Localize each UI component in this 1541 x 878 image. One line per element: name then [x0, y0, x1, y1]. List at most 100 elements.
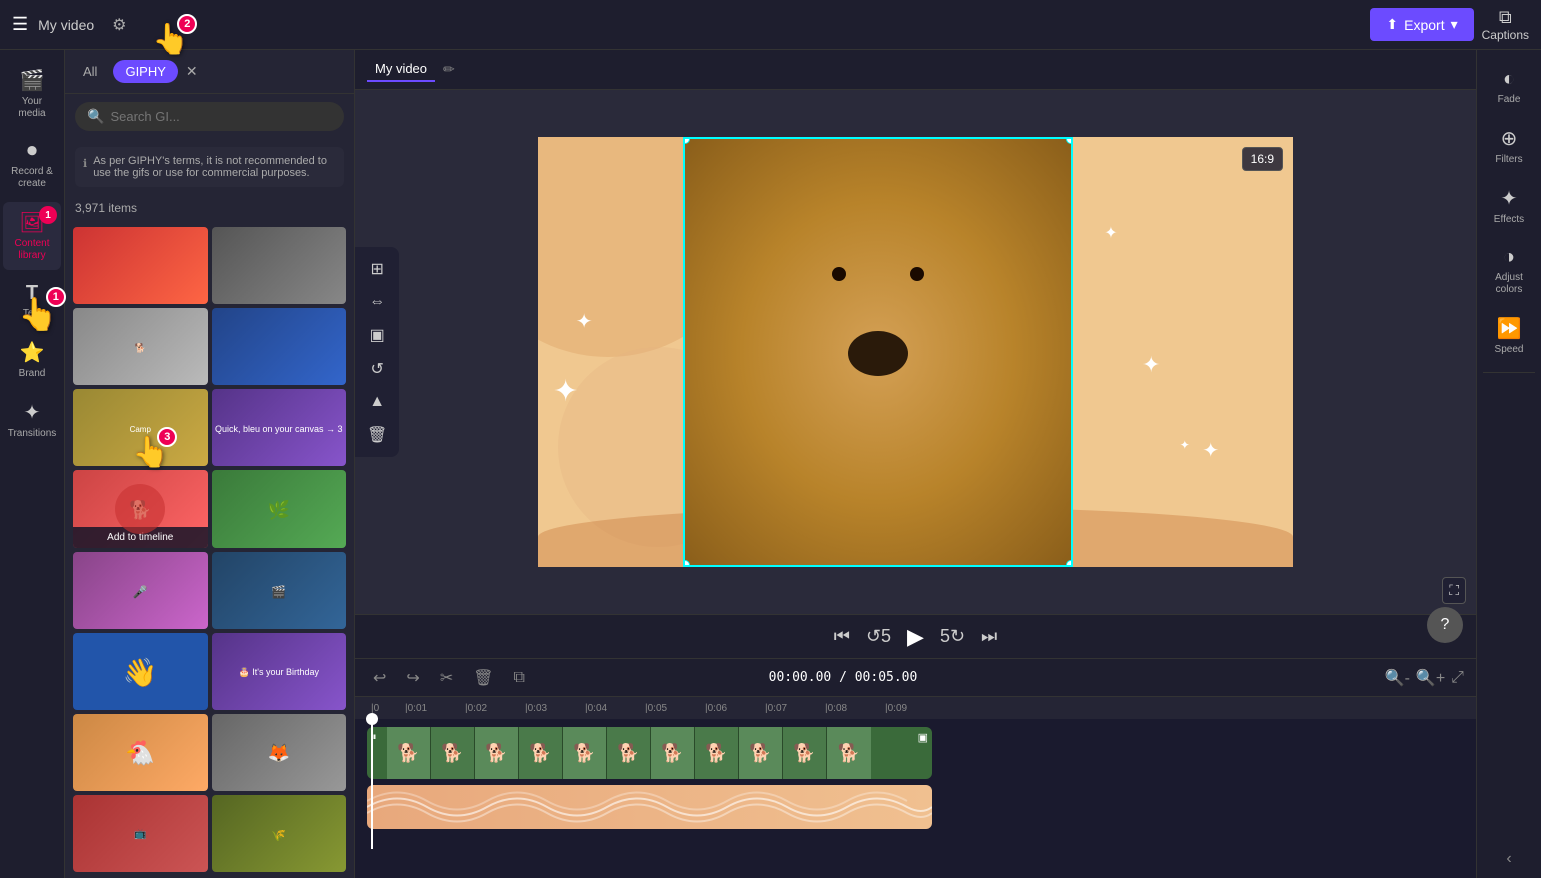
playhead-knob — [366, 713, 378, 725]
sidebar-item-content-library[interactable]: 🖼 Content library 1 — [3, 202, 61, 270]
brand-icon: ⭐ — [20, 340, 45, 365]
gif-item-14[interactable]: 🦊 — [212, 714, 347, 791]
gif-thumbnail-5: Camp — [73, 389, 208, 466]
play-button[interactable]: ▶ — [907, 624, 924, 650]
gif-item-13[interactable]: 🐔 — [73, 714, 208, 791]
rotate-tool-btn[interactable]: ↺ — [363, 355, 391, 383]
search-icon: 🔍 — [87, 108, 104, 125]
forward-5s-button[interactable]: 5↻ — [940, 626, 965, 647]
position-tool-btn[interactable]: ▲ — [363, 389, 391, 415]
gif-item-9[interactable]: 🎤 — [73, 552, 208, 629]
gif-item-4[interactable] — [212, 308, 347, 385]
track-thumb-1: 🐕 — [387, 727, 431, 779]
selection-handle-bl[interactable] — [683, 560, 690, 567]
sidebar-item-transitions-label: Transitions — [8, 428, 57, 440]
skip-forward-button[interactable]: ⏭ — [981, 626, 997, 647]
menu-button[interactable]: ☰ — [12, 14, 28, 35]
sidebar-item-transitions[interactable]: ✦ Transitions — [3, 392, 61, 448]
overlay-tool-btn[interactable]: ▣ — [363, 321, 391, 349]
video-clip-element[interactable] — [683, 137, 1073, 567]
sidebar-item-text[interactable]: T Text — [3, 274, 61, 328]
gif-item-6[interactable]: Quick, bleu on your canvas → 3 — [212, 389, 347, 466]
video-tab-my-video[interactable]: My video — [367, 57, 435, 82]
media-panel-header: All GIPHY ✕ — [65, 50, 354, 94]
search-input[interactable] — [110, 109, 332, 124]
zoom-out-button[interactable]: 🔍- — [1385, 668, 1410, 688]
rename-tab-btn[interactable]: ✏ — [443, 61, 455, 78]
track-thumb-10: 🐕 — [783, 727, 827, 779]
gif-item-1[interactable] — [73, 227, 208, 304]
fullscreen-button[interactable]: ⛶ — [1442, 577, 1466, 604]
timeline-area: ↩ ↪ ✂ 🗑 ⧉ 00:00.00 / 00:05.00 🔍- 🔍+ ⤢ |0… — [355, 658, 1476, 878]
ruler-mark-5: |0:05 — [645, 703, 705, 714]
transform-tool-btn[interactable]: ⇔ — [363, 289, 391, 315]
gif-item-2[interactable] — [212, 227, 347, 304]
zoom-in-button[interactable]: 🔍+ — [1416, 668, 1445, 688]
gif-item-11[interactable]: 👋 — [73, 633, 208, 710]
sidebar-item-brand[interactable]: ⭐ Brand — [3, 332, 61, 388]
close-giphy-tab[interactable]: ✕ — [186, 63, 198, 80]
fade-icon: ◐ — [1503, 68, 1515, 91]
sidebar-item-record-create[interactable]: ⏺ Record & create — [3, 132, 61, 198]
sparkle-5: ✦ — [553, 374, 578, 409]
tab-all[interactable]: All — [75, 60, 105, 83]
text-icon: T — [26, 282, 38, 305]
right-sidebar-fade[interactable]: ◐ Fade — [1480, 60, 1538, 114]
cut-button[interactable]: ✂ — [434, 665, 459, 691]
selection-handle-br[interactable] — [1066, 560, 1073, 567]
captions-label: Captions — [1482, 28, 1529, 42]
right-sidebar-effects[interactable]: ✦ Effects — [1480, 178, 1538, 234]
undo-button[interactable]: ↩ — [367, 665, 392, 691]
export-button[interactable]: ⬆ Export ▾ — [1370, 8, 1473, 41]
canvas-toolbar: ⊞ ⇔ ▣ ↺ ▲ 🗑 — [355, 247, 399, 457]
main-layout: 🎬 Your media ⏺ Record & create 🖼 Content… — [0, 50, 1541, 878]
gif-thumbnail-15: 📺 — [73, 795, 208, 872]
delete-button[interactable]: 🗑 — [467, 665, 499, 691]
selection-handle-tr[interactable] — [1066, 137, 1073, 144]
sidebar-item-your-media[interactable]: 🎬 Your media — [3, 60, 61, 128]
aspect-ratio-badge[interactable]: 16:9 — [1242, 147, 1283, 171]
gif-item-15[interactable]: 📺 — [73, 795, 208, 872]
rewind-5s-button[interactable]: ↺5 — [866, 626, 891, 647]
right-sidebar-speed[interactable]: ⏩ Speed — [1480, 308, 1538, 364]
gif-item-16[interactable]: 🌾 — [212, 795, 347, 872]
giphy-notice: ℹ As per GIPHY's terms, it is not recomm… — [75, 147, 344, 187]
right-sidebar-filters[interactable]: ⊕ Filters — [1480, 118, 1538, 174]
gif-item-5[interactable]: Camp — [73, 389, 208, 466]
tab-giphy[interactable]: GIPHY — [113, 60, 177, 83]
gif-item-8[interactable]: 🌿 — [212, 470, 347, 547]
project-settings-btn[interactable]: ⚙ — [104, 11, 134, 39]
search-bar-container: 🔍 — [65, 94, 354, 139]
dog-video-frame — [685, 139, 1071, 565]
export-chevron-icon: ▾ — [1451, 16, 1458, 33]
top-bar-right: ⬆ Export ▾ ⧉ Captions — [1370, 7, 1529, 42]
overlay-track[interactable] — [367, 785, 932, 829]
track-end-icon: ▣ — [918, 731, 928, 744]
adjust-colors-icon: ◑ — [1503, 246, 1515, 269]
duplicate-button[interactable]: ⧉ — [508, 666, 531, 690]
crop-tool-btn[interactable]: ⊞ — [363, 255, 391, 283]
ruler-mark-4: |0:04 — [585, 703, 645, 714]
top-bar: ☰ My video ⚙ ⬆ Export ▾ ⧉ Captions — [0, 0, 1541, 50]
export-label: Export — [1404, 17, 1444, 33]
timeline-ruler: |0 |0:01 |0:02 |0:03 |0:04 |0:05 |0:06 |… — [355, 697, 1476, 719]
skip-back-button[interactable]: ⏮ — [834, 626, 850, 647]
add-to-timeline-btn-7[interactable]: Add to timeline — [73, 527, 208, 548]
gif-item-10[interactable]: 🎬 — [212, 552, 347, 629]
track-thumb-11: 🐕 — [827, 727, 871, 779]
video-track[interactable]: ⏸ 🐕 🐕 🐕 🐕 🐕 🐕 🐕 🐕 🐕 🐕 🐕 — [367, 727, 932, 779]
gif-item-12[interactable]: 🎂 It's your Birthday — [212, 633, 347, 710]
gif-thumbnail-2 — [212, 227, 347, 304]
adjust-colors-label: Adjust colors — [1484, 272, 1534, 296]
help-button[interactable]: ? — [1427, 607, 1463, 643]
playhead[interactable] — [371, 719, 373, 849]
gif-item-3[interactable]: 🐕 — [73, 308, 208, 385]
captions-button[interactable]: ⧉ Captions — [1482, 7, 1529, 42]
fit-timeline-button[interactable]: ⤢ — [1451, 669, 1464, 687]
gif-item-7[interactable]: 🐕 Add to timeline — [73, 470, 208, 547]
collapse-panel-button[interactable]: ‹ — [1506, 850, 1511, 868]
right-sidebar-adjust-colors[interactable]: ◑ Adjust colors — [1480, 238, 1538, 304]
remove-tool-btn[interactable]: 🗑 — [363, 421, 391, 449]
sidebar-item-text-label: Text — [23, 308, 41, 320]
redo-button[interactable]: ↪ — [400, 665, 425, 691]
